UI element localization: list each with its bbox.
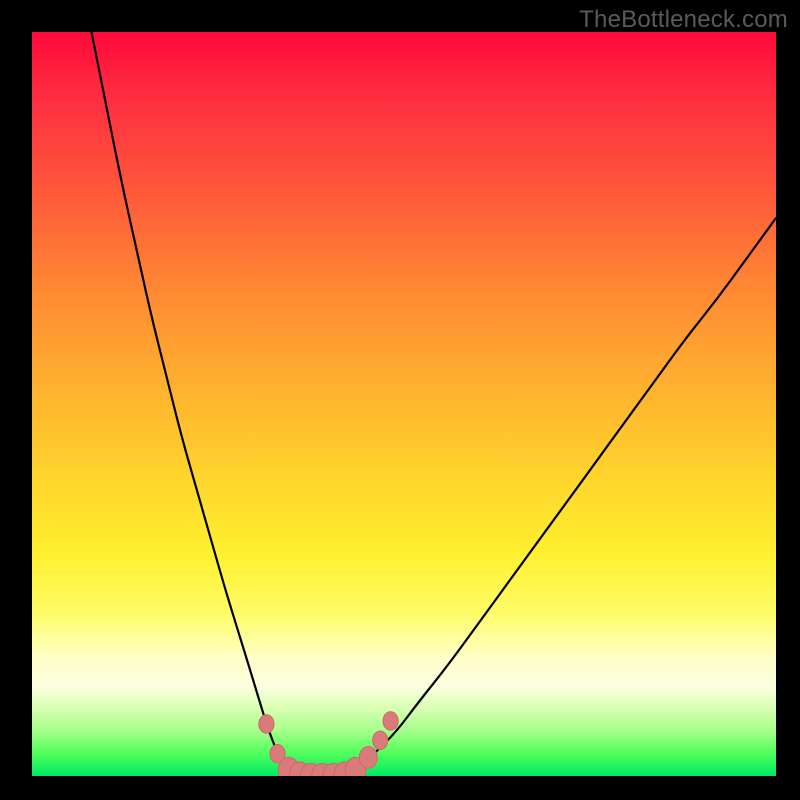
watermark-text: TheBottleneck.com <box>579 6 788 34</box>
marker-point <box>359 747 377 769</box>
trough-markers <box>259 712 398 776</box>
curve-path <box>92 32 777 776</box>
bottleneck-curve <box>32 32 776 776</box>
marker-point <box>383 712 398 730</box>
marker-point <box>373 731 388 749</box>
chart-frame: TheBottleneck.com <box>0 0 800 800</box>
marker-point <box>259 715 274 733</box>
plot-area <box>32 32 776 776</box>
